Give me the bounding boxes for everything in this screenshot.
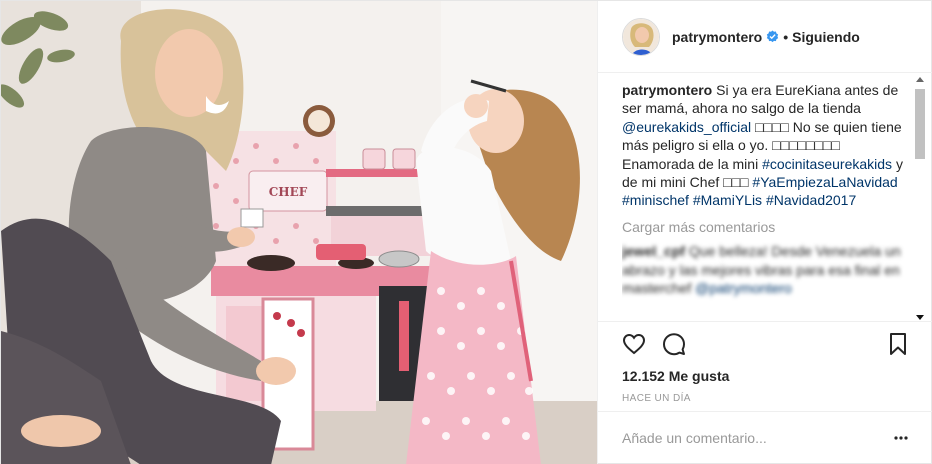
toy-chef-label: CHEF — [269, 185, 308, 199]
photo-illustration: CHEF — [1, 1, 597, 464]
header-separator: • — [783, 28, 789, 45]
add-comment-bar — [598, 411, 932, 464]
comment-input[interactable] — [622, 427, 872, 449]
post-timestamp[interactable]: Hace un día — [622, 393, 691, 404]
toy-kitchen: CHEF — [206, 105, 441, 451]
caption-username[interactable]: patrymontero — [622, 82, 712, 98]
comments-scrollbar[interactable] — [914, 77, 926, 320]
action-icons — [622, 332, 912, 358]
likes-count[interactable]: 12.152 Me gusta — [622, 368, 729, 384]
avatar[interactable] — [622, 17, 660, 56]
follow-status-button[interactable]: Siguiendo — [792, 29, 860, 45]
comment-item: jewel_cpf Que belleza! Desde Venezuela u… — [622, 242, 912, 297]
comment-username[interactable]: jewel_cpf — [622, 243, 685, 259]
scroll-thumb[interactable] — [915, 89, 925, 159]
comments-list: patrymontero Si ya era EureKiana antes d… — [622, 81, 912, 319]
bookmark-icon[interactable] — [886, 332, 910, 356]
caption-hashtag[interactable]: #YaEmpiezaLaNavidad — [752, 174, 897, 190]
header-username[interactable]: patrymontero — [672, 29, 762, 45]
heart-icon[interactable] — [622, 332, 646, 356]
more-options-icon[interactable] — [894, 431, 908, 445]
caption-hashtag[interactable]: #cocinitaseurekakids — [762, 156, 892, 172]
caption: patrymontero Si ya era EureKiana antes d… — [622, 81, 912, 210]
load-more-comments-button[interactable]: Cargar más comentarios — [622, 218, 912, 236]
caption-hashtag[interactable]: #minischef — [622, 192, 689, 208]
post-photo[interactable]: CHEF — [1, 1, 597, 464]
post-header: patrymontero • Siguiendo — [598, 1, 932, 73]
avatar-image — [623, 18, 659, 55]
caption-hashtag[interactable]: #Navidad2017 — [766, 192, 856, 208]
caption-mention[interactable]: @eurekakids_official — [622, 119, 751, 135]
verified-badge-icon — [767, 30, 779, 43]
scroll-up-arrow-icon[interactable] — [916, 77, 924, 82]
scroll-down-arrow-icon[interactable] — [916, 315, 924, 320]
post-side-panel: patrymontero • Siguiendo patrymontero Si… — [597, 1, 932, 464]
comment-icon[interactable] — [662, 332, 686, 356]
instagram-post: CHEF patrymontero • Siguiendo patrymonte… — [0, 0, 932, 464]
caption-hashtag[interactable]: #MamiYLis — [693, 192, 762, 208]
comment-mention[interactable]: @patrymontero — [695, 280, 792, 296]
